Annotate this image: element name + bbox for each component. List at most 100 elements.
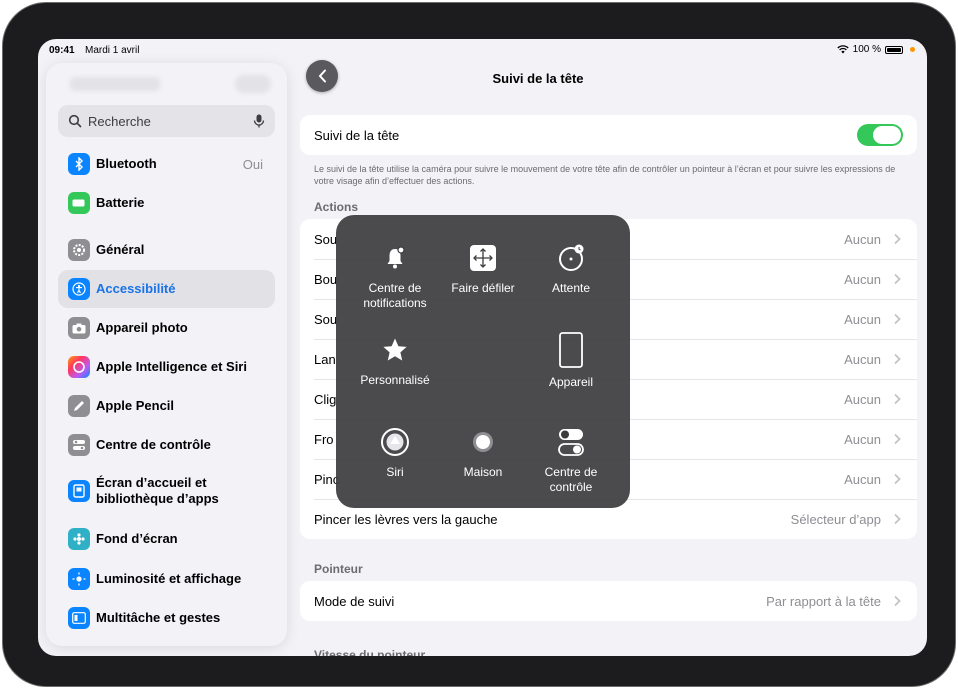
menu-item-label: Centre de contrôle [544,465,598,494]
menu-item-faire-defiler[interactable]: Faire défiler [434,243,532,296]
sidebar-item-label: Écran d’accueil et bibliothèque d’apps [96,475,219,506]
sidebar-blurred-row [70,77,160,91]
row-label: Lan [314,351,336,367]
row-value: Aucun [844,431,881,447]
wallpaper-icon [68,528,90,550]
chevron-right-icon [894,513,901,525]
sidebar-item-label: Général [96,242,145,257]
sidebar-item-label: Batterie [96,195,145,210]
menu-item-appareil[interactable]: Appareil [522,332,620,390]
sidebar-item-general[interactable]: Général [58,231,275,269]
row-value: Par rapport à la tête [766,593,881,609]
row-value: Aucun [844,351,881,367]
menu-item-centre-notifications[interactable]: Centre de notifications [346,243,444,311]
device-icon [556,332,586,368]
chevron-right-icon [894,273,901,285]
row-label: Pincer les lèvres vers la gauche [314,511,498,527]
head-tracking-card: Suivi de la tête [300,115,917,155]
row-value: Aucun [844,271,881,287]
privacy-indicator-dot [910,47,915,52]
menu-item-attente[interactable]: Attente [522,243,620,296]
menu-item-centre-controle[interactable]: Centre de contrôle [522,427,620,495]
sidebar-blurred-toggle [235,75,271,93]
accessibility-icon [68,278,90,300]
chevron-right-icon [894,393,901,405]
assistive-touch-menu: Centre de notifications Faire défiler At… [336,215,630,508]
row-value: Sélecteur d’app [790,511,881,527]
dwell-timer-icon [556,243,586,273]
menu-item-maison[interactable]: Maison [434,427,532,480]
control-center-icon [68,434,90,456]
chevron-right-icon [894,595,901,607]
wifi-icon [836,45,849,54]
menu-item-personnalise[interactable]: Personnalisé [346,335,444,388]
pointer-card: Mode de suivi Par rapport à la tête [300,581,917,621]
sidebar-item-appareil-photo[interactable]: Appareil photo [58,309,275,347]
section-header-actions: Actions [314,200,359,214]
search-icon [68,114,82,128]
menu-item-label: Attente [551,281,591,295]
chevron-right-icon [894,353,901,365]
row-label: Clig [314,391,337,407]
page-title: Suivi de la tête [492,71,584,86]
sidebar-item-label: Bluetooth [96,156,157,171]
battery-icon [885,45,903,54]
home-button-icon [468,427,498,457]
sidebar-item-centre-de-controle[interactable]: Centre de contrôle [58,426,275,464]
sidebar-item-value: Oui [242,156,263,172]
tracking-mode-row[interactable]: Mode de suivi Par rapport à la tête [300,581,917,621]
sidebar-item-accessibilite[interactable]: Accessibilité [58,270,275,308]
chevron-right-icon [894,233,901,245]
sidebar-item-label: Luminosité et affichage [96,571,242,586]
status-time: 09:41 [49,45,75,56]
head-tracking-row[interactable]: Suivi de la tête [300,115,917,155]
row-label: Sou [314,231,338,247]
menu-item-siri[interactable]: Siri [346,427,444,480]
menu-item-label: Siri [386,465,404,479]
sidebar-item-batterie[interactable]: Batterie [58,184,275,222]
row-value: Aucun [844,471,881,487]
status-indicators: 100 % [836,44,915,55]
sidebar-item-bluetooth[interactable]: Bluetooth Oui [58,145,275,183]
sidebar-item-apple-pencil[interactable]: Apple Pencil [58,387,275,425]
ipad-bezel: 09:41 Mardi 1 avril 100 % Recherche Blue… [2,2,956,687]
scroll-arrows-icon [468,243,498,273]
sidebar-item-label: Centre de contrôle [96,437,211,452]
menu-item-label: Centre de notifications [363,281,427,310]
row-label: Suivi de la tête [314,127,400,143]
notification-bell-icon [380,243,410,273]
search-input[interactable]: Recherche [88,114,253,129]
chevron-left-icon [318,69,326,83]
battery-icon [68,192,90,214]
sidebar-item-label: Appareil photo [96,320,188,335]
camera-icon [68,317,90,339]
chevron-right-icon [894,433,901,445]
row-value: Aucun [844,231,881,247]
sidebar-item-multitache[interactable]: Multitâche et gestes [58,599,275,637]
sidebar-item-label: Accessibilité [96,281,176,296]
bluetooth-icon [68,153,90,175]
back-button[interactable] [306,60,338,92]
section-header-pointeur: Pointeur [314,562,363,576]
sidebar: Recherche Bluetooth Oui Batterie Général… [46,63,287,646]
head-tracking-toggle[interactable] [857,124,903,146]
status-date: Mardi 1 avril [85,45,140,56]
sidebar-item-luminosite[interactable]: Luminosité et affichage [58,560,275,598]
chevron-right-icon [894,313,901,325]
sidebar-item-label: Apple Pencil [96,398,175,413]
menu-item-label: Maison [463,465,503,479]
sidebar-item-label: Fond d’écran [96,531,178,546]
menu-item-label: Personnalisé [360,373,430,387]
row-label: Mode de suivi [314,593,395,609]
sidebar-item-ecran-accueil[interactable]: Écran d’accueil et bibliothèque d’apps [58,469,275,513]
home-screen-icon [68,480,90,502]
gear-icon [68,239,90,261]
row-label: Sou [314,311,338,327]
microphone-icon[interactable] [253,114,265,128]
sidebar-item-apple-intelligence[interactable]: Apple Intelligence et Siri [58,348,275,386]
sidebar-item-fond-ecran[interactable]: Fond d’écran [58,520,275,558]
search-field[interactable]: Recherche [58,105,275,137]
row-value: Aucun [844,391,881,407]
screen: 09:41 Mardi 1 avril 100 % Recherche Blue… [38,39,927,656]
pencil-icon [68,395,90,417]
